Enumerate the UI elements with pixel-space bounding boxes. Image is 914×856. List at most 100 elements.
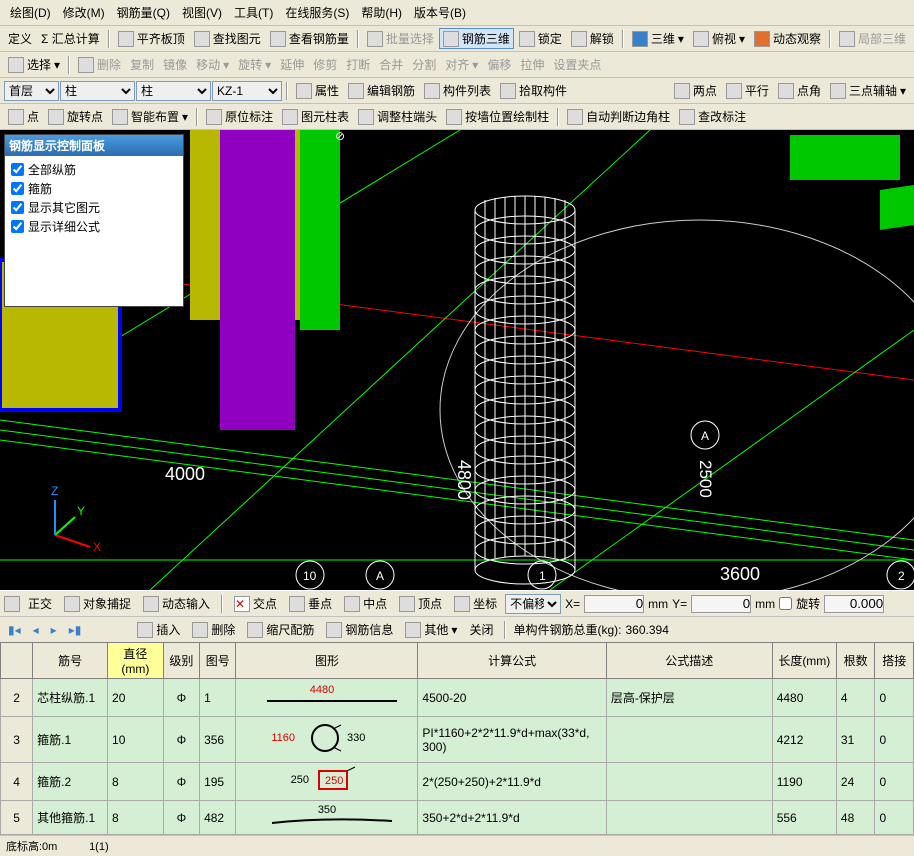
- mirror-button[interactable]: 镜像: [159, 54, 191, 75]
- col-blank[interactable]: [1, 643, 33, 679]
- inplace-dim-button[interactable]: 原位标注: [202, 106, 277, 127]
- menu-rebar[interactable]: 钢筋量(Q): [111, 2, 176, 23]
- attr-button[interactable]: 属性: [292, 80, 343, 101]
- break-button[interactable]: 打断: [342, 54, 374, 75]
- trim-button[interactable]: 修剪: [309, 54, 341, 75]
- stretch-button[interactable]: 拉伸: [516, 54, 548, 75]
- cross-button[interactable]: ✕交点: [230, 593, 281, 614]
- cell-desc[interactable]: [606, 763, 772, 801]
- table-row[interactable]: 2 芯柱纵筋.1 20 Φ 1 4480 4500-20 层高-保护层 4480…: [1, 679, 914, 717]
- mid-button[interactable]: 中点: [340, 593, 391, 614]
- 3d-button[interactable]: 三维▾: [628, 28, 688, 49]
- batch-button[interactable]: 批量选择: [363, 28, 438, 49]
- parallel-button[interactable]: 平行: [722, 80, 773, 101]
- partial3d-button[interactable]: 局部三维: [835, 28, 910, 49]
- other-button[interactable]: 其他▾: [401, 619, 461, 640]
- insert-button[interactable]: 插入: [133, 619, 184, 640]
- sum-button[interactable]: Σ 汇总计算: [37, 28, 104, 49]
- adjust-col-button[interactable]: 调整柱端头: [354, 106, 441, 127]
- tri3d-button[interactable]: 钢筋三维: [439, 28, 514, 49]
- viewbar-button[interactable]: 查看钢筋量: [266, 28, 353, 49]
- next-button[interactable]: ▸: [47, 621, 61, 639]
- menu-view[interactable]: 视图(V): [176, 2, 228, 23]
- offset-button[interactable]: 偏移: [483, 54, 515, 75]
- cell-id[interactable]: 箍筋.2: [33, 763, 108, 801]
- delete-button[interactable]: 删除: [74, 54, 125, 75]
- col-level[interactable]: 级别: [163, 643, 199, 679]
- viewport-3d[interactable]: 4000 4800 2500 3600 10 A 1 A 2 X Y Z ⊘ 钢…: [0, 130, 914, 590]
- define-button[interactable]: 定义: [4, 28, 36, 49]
- chk-stirrup[interactable]: 箍筋: [11, 179, 177, 198]
- cell-dia[interactable]: 20: [108, 679, 164, 717]
- align-button[interactable]: 对齐▾: [441, 54, 482, 75]
- cell-dia[interactable]: 8: [108, 763, 164, 801]
- col-lap[interactable]: 搭接: [875, 643, 914, 679]
- floor-combo[interactable]: 首层: [4, 81, 59, 101]
- cell-calc[interactable]: 4500-20: [418, 679, 606, 717]
- ortho-button[interactable]: 正交: [24, 593, 56, 614]
- cell-lap[interactable]: 0: [875, 763, 914, 801]
- col-cnt[interactable]: 根数: [836, 643, 875, 679]
- cell-lap[interactable]: 0: [875, 679, 914, 717]
- extend-button[interactable]: 延伸: [276, 54, 308, 75]
- cell-shape[interactable]: 350: [236, 801, 418, 835]
- anchor-button[interactable]: 设置夹点: [549, 54, 605, 75]
- three-axis-button[interactable]: 三点辅轴▾: [826, 80, 910, 101]
- lock-button[interactable]: 锁定: [515, 28, 566, 49]
- cell-count[interactable]: 31: [836, 717, 875, 763]
- cell-id[interactable]: 芯柱纵筋.1: [33, 679, 108, 717]
- col-shape[interactable]: 图形: [236, 643, 418, 679]
- dynin-button[interactable]: 动态输入: [139, 593, 214, 614]
- select-button[interactable]: 选择▾: [4, 54, 64, 75]
- angle-button[interactable]: 点角: [774, 80, 825, 101]
- move-button[interactable]: 移动▾: [192, 54, 233, 75]
- chk-longitudinal[interactable]: 全部纵筋: [11, 160, 177, 179]
- cell-len[interactable]: 4212: [772, 717, 836, 763]
- menu-help[interactable]: 帮助(H): [355, 2, 408, 23]
- cell-fig[interactable]: 195: [200, 763, 236, 801]
- col-dia[interactable]: 直径(mm): [108, 643, 164, 679]
- cell-calc[interactable]: 2*(250+250)+2*11.9*d: [418, 763, 606, 801]
- rotate-point-button[interactable]: 旋转点: [44, 106, 107, 127]
- menu-version[interactable]: 版本号(B): [408, 2, 472, 23]
- info-button[interactable]: 钢筋信息: [322, 619, 397, 640]
- cell-id[interactable]: 其他箍筋.1: [33, 801, 108, 835]
- dyn-observe-button[interactable]: 动态观察: [750, 28, 825, 49]
- cell-level[interactable]: Φ: [163, 679, 199, 717]
- col-desc[interactable]: 公式描述: [606, 643, 772, 679]
- edit-rebar-button[interactable]: 编辑钢筋: [344, 80, 419, 101]
- menu-modify[interactable]: 修改(M): [57, 2, 111, 23]
- member-combo[interactable]: KZ-1: [212, 81, 282, 101]
- scale-button[interactable]: 缩尺配筋: [243, 619, 318, 640]
- menu-draw[interactable]: 绘图(D): [4, 2, 57, 23]
- x-input[interactable]: [584, 595, 644, 613]
- copy-button[interactable]: 复制: [126, 54, 158, 75]
- smart-layout-button[interactable]: 智能布置▾: [108, 106, 192, 127]
- check-dim-button[interactable]: 查改标注: [675, 106, 750, 127]
- cell-fig[interactable]: 1: [200, 679, 236, 717]
- flat-button[interactable]: 平齐板顶: [114, 28, 189, 49]
- cell-shape[interactable]: 4480: [236, 679, 418, 717]
- close-button[interactable]: 关闭: [465, 619, 497, 640]
- first-button[interactable]: ▮◂: [4, 621, 25, 639]
- col-id[interactable]: 筋号: [33, 643, 108, 679]
- top-button[interactable]: 顶点: [395, 593, 446, 614]
- coord-button[interactable]: 坐标: [450, 593, 501, 614]
- chk-formula[interactable]: 显示详细公式: [11, 217, 177, 236]
- cell-level[interactable]: Φ: [163, 763, 199, 801]
- table-row[interactable]: 3 箍筋.1 10 Φ 356 1160330 PI*1160+2*2*11.9…: [1, 717, 914, 763]
- last-button[interactable]: ▸▮: [65, 621, 86, 639]
- cell-calc[interactable]: PI*1160+2*2*11.9*d+max(33*d, 300): [418, 717, 606, 763]
- pick-button[interactable]: 拾取构件: [496, 80, 571, 101]
- draw-by-wall-button[interactable]: 按墙位置绘制柱: [442, 106, 553, 127]
- rot-input[interactable]: [824, 595, 884, 613]
- cell-id[interactable]: 箍筋.1: [33, 717, 108, 763]
- cell-dia[interactable]: 8: [108, 801, 164, 835]
- cell-lap[interactable]: 0: [875, 717, 914, 763]
- category2-combo[interactable]: 柱: [136, 81, 211, 101]
- two-point-button[interactable]: 两点: [670, 80, 721, 101]
- cell-lap[interactable]: 0: [875, 801, 914, 835]
- cell-len[interactable]: 1190: [772, 763, 836, 801]
- perp-button[interactable]: 垂点: [285, 593, 336, 614]
- delete-row-button[interactable]: 删除: [188, 619, 239, 640]
